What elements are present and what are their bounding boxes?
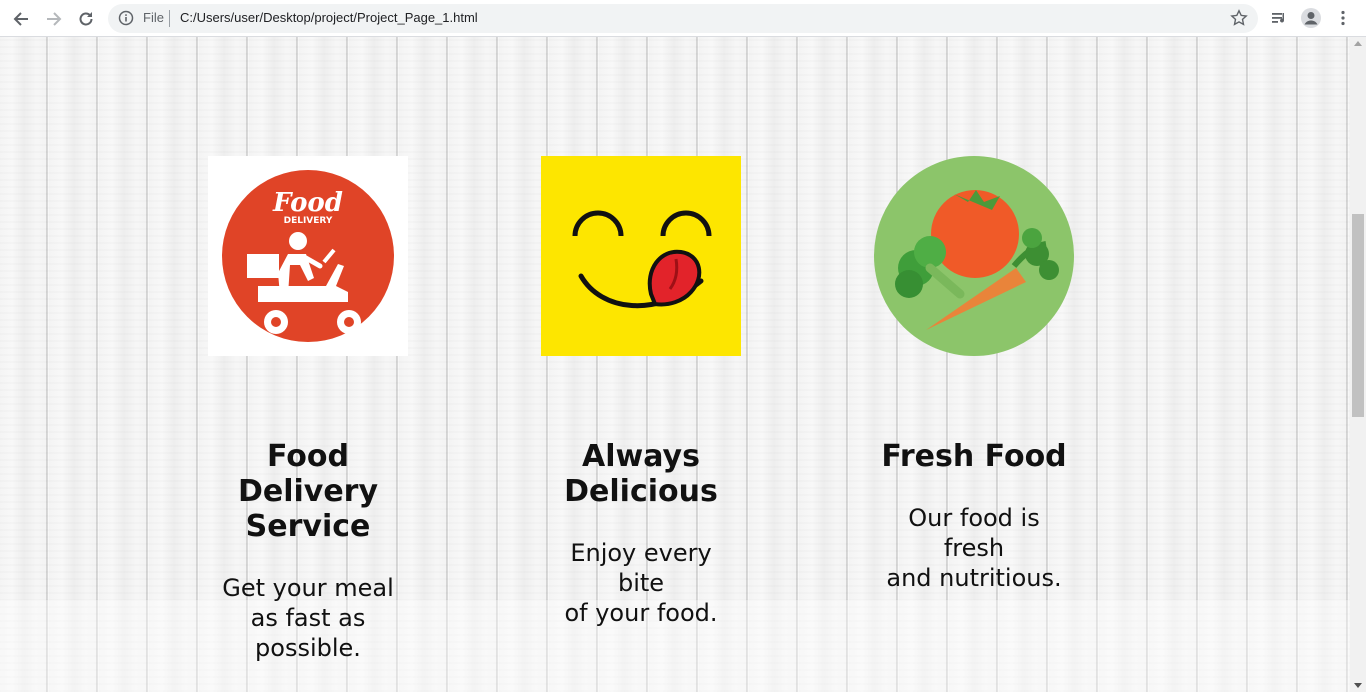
yummy-smiley-icon — [541, 156, 741, 356]
profile-icon — [1301, 8, 1321, 28]
url-text[interactable]: C:/Users/user/Desktop/project/Project_Pa… — [180, 10, 478, 25]
menu-button[interactable] — [1330, 5, 1356, 31]
scroll-down-arrow-icon[interactable] — [1354, 683, 1362, 688]
arrow-left-icon — [13, 12, 28, 26]
kebab-menu-icon — [1341, 10, 1345, 26]
feature-title: Fresh Food — [881, 439, 1067, 474]
scheme-label: File — [143, 10, 164, 25]
page-viewport: Food DELIVERY Food Delivery Service Get … — [0, 37, 1350, 692]
address-divider — [169, 10, 170, 27]
media-queue-button[interactable] — [1266, 5, 1292, 31]
feature-description: Get your meal as fast as possible. — [222, 574, 394, 662]
back-button[interactable] — [8, 6, 34, 32]
food-delivery-scooter-icon: Food DELIVERY — [208, 156, 408, 356]
forward-button[interactable] — [41, 6, 67, 32]
scroll-up-arrow-icon[interactable] — [1354, 41, 1362, 46]
feature-description: Our food is fresh and nutritious. — [886, 504, 1062, 592]
scroll-thumb[interactable] — [1352, 214, 1364, 417]
arrow-right-icon — [47, 12, 62, 26]
browser-toolbar: File C:/Users/user/Desktop/project/Proje… — [0, 0, 1366, 37]
info-icon[interactable] — [118, 10, 134, 30]
logo-delivery-text: DELIVERY — [284, 216, 333, 226]
feature-description: Enjoy every bite of your food. — [564, 539, 718, 627]
address-bar[interactable]: File C:/Users/user/Desktop/project/Proje… — [108, 4, 1258, 33]
reload-button[interactable] — [73, 6, 99, 32]
media-queue-icon — [1272, 13, 1285, 23]
profile-button[interactable] — [1298, 5, 1324, 31]
vertical-scrollbar[interactable] — [1350, 37, 1366, 692]
fresh-vegetables-icon — [874, 156, 1074, 356]
reload-icon — [79, 12, 93, 26]
feature-title: Always Delicious — [564, 439, 718, 509]
star-icon[interactable] — [1230, 9, 1248, 31]
logo-food-text: Food — [272, 188, 343, 218]
feature-title: Food Delivery Service — [237, 439, 379, 544]
